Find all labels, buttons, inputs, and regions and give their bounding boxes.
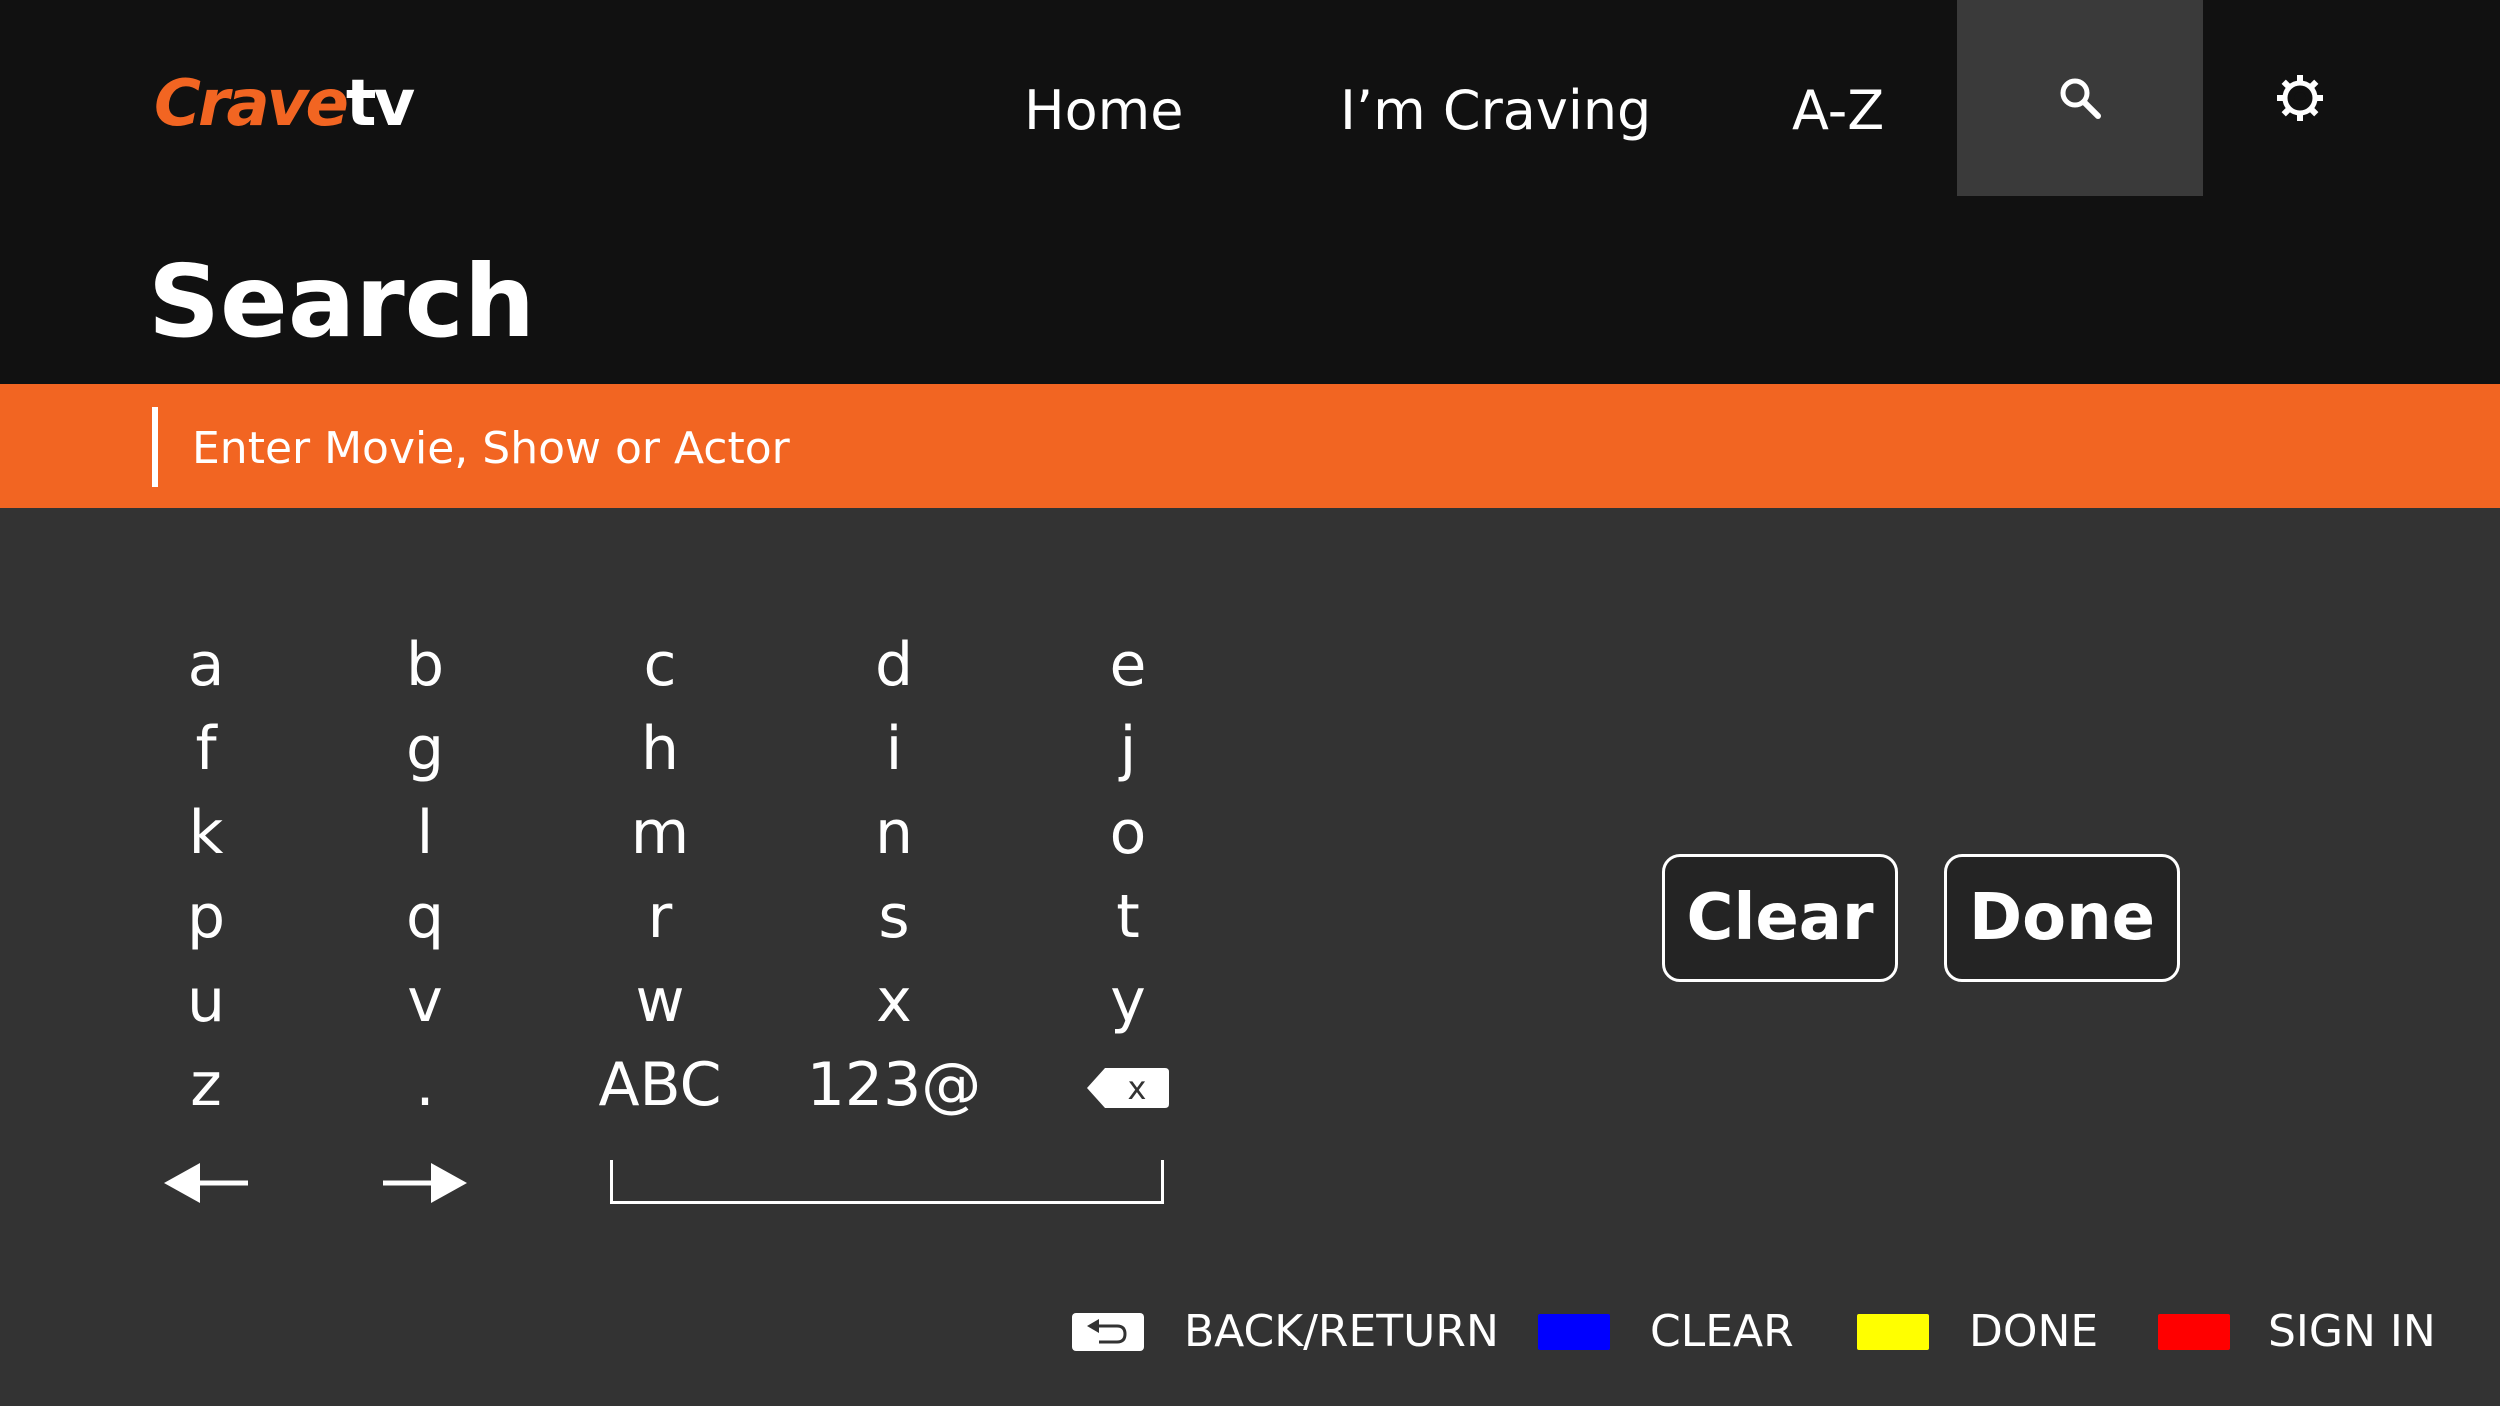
key-j[interactable]: j [1038, 709, 1218, 789]
logo-tv-text: tv [345, 67, 415, 141]
back-return-icon [1072, 1313, 1144, 1351]
key-m[interactable]: m [570, 793, 750, 873]
key-g[interactable]: g [335, 709, 515, 789]
key-o[interactable]: o [1038, 793, 1218, 873]
key-cursor-right[interactable] [335, 1140, 515, 1220]
key-y[interactable]: y [1038, 961, 1218, 1041]
search-placeholder: Enter Movie, Show or Actor [192, 423, 790, 474]
legend-sign-in-label: SIGN IN [2268, 1306, 2436, 1357]
space-key[interactable] [610, 1160, 1164, 1204]
key-cursor-left[interactable] [116, 1140, 296, 1220]
key-l[interactable]: l [335, 793, 515, 873]
nav-search-button[interactable] [1957, 0, 2203, 196]
key-x[interactable]: x [804, 961, 984, 1041]
page-title: Search [148, 243, 536, 360]
nav-a-z[interactable]: A-Z [1792, 66, 1884, 156]
nav-im-craving[interactable]: I’m Craving [1340, 66, 1651, 156]
gear-icon [2277, 75, 2323, 121]
key-c[interactable]: c [570, 625, 750, 705]
key-i[interactable]: i [804, 709, 984, 789]
red-key-swatch [2158, 1314, 2230, 1350]
key-period[interactable]: . [335, 1045, 515, 1125]
key-symbols-123[interactable]: 123@ [804, 1045, 984, 1125]
key-f[interactable]: f [116, 709, 296, 789]
key-b[interactable]: b [335, 625, 515, 705]
key-n[interactable]: n [804, 793, 984, 873]
clear-button[interactable]: Clear [1662, 854, 1898, 982]
nav-home[interactable]: Home [1024, 66, 1183, 156]
key-d[interactable]: d [804, 625, 984, 705]
key-v[interactable]: v [335, 961, 515, 1041]
legend-clear-label: CLEAR [1650, 1306, 1794, 1357]
cravetv-logo[interactable]: Crave tv [154, 66, 415, 142]
key-h[interactable]: h [570, 709, 750, 789]
key-t[interactable]: t [1038, 877, 1218, 957]
key-w[interactable]: w [570, 961, 750, 1041]
yellow-key-swatch [1857, 1314, 1929, 1350]
key-a[interactable]: a [116, 625, 296, 705]
backspace-glyph: x [1128, 1069, 1147, 1107]
search-icon [2060, 78, 2101, 119]
key-r[interactable]: r [570, 877, 750, 957]
key-e[interactable]: e [1038, 625, 1218, 705]
legend-back-return-label: BACK/RETURN [1184, 1306, 1499, 1357]
key-z[interactable]: z [116, 1045, 296, 1125]
key-k[interactable]: k [116, 793, 296, 873]
key-uppercase-abc[interactable]: ABC [570, 1045, 750, 1125]
key-s[interactable]: s [804, 877, 984, 957]
text-cursor [152, 407, 158, 487]
legend-done-label: DONE [1969, 1306, 2099, 1357]
key-u[interactable]: u [116, 961, 296, 1041]
blue-key-swatch [1538, 1314, 1610, 1350]
nav-settings-button[interactable] [2245, 0, 2355, 196]
done-button[interactable]: Done [1944, 854, 2180, 982]
arrow-right-icon [383, 1163, 467, 1204]
key-backspace[interactable]: x [1038, 1045, 1218, 1125]
key-q[interactable]: q [335, 877, 515, 957]
arrow-left-icon [164, 1163, 248, 1204]
backspace-icon: x [1087, 1068, 1169, 1109]
logo-crave-text: Crave [154, 67, 349, 141]
key-p[interactable]: p [116, 877, 296, 957]
